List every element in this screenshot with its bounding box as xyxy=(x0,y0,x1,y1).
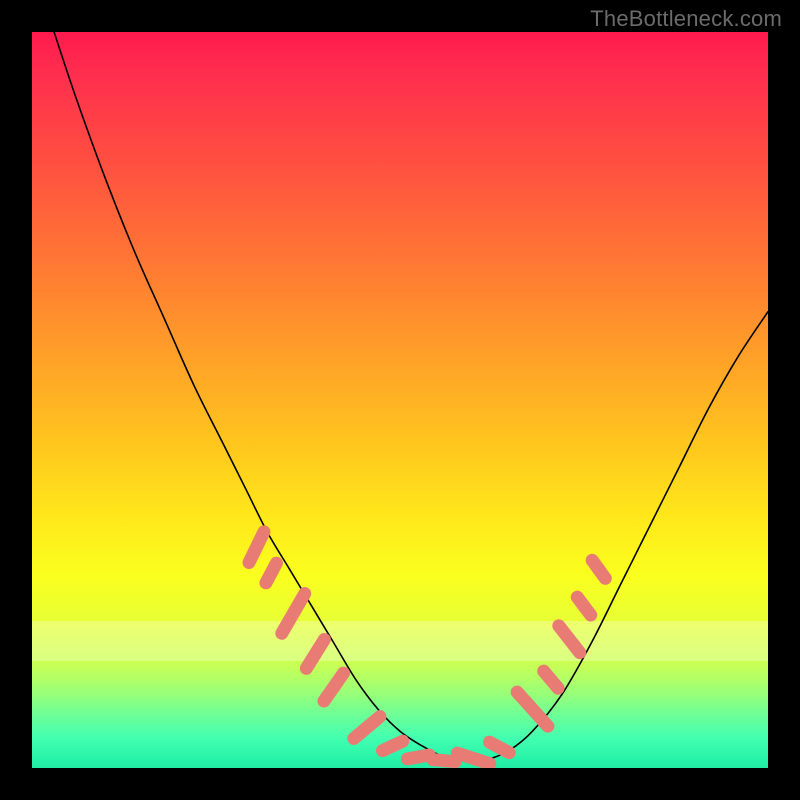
curve-layer xyxy=(32,32,768,768)
curve-marker xyxy=(550,617,589,662)
curve-marker xyxy=(257,554,285,591)
curve-marker xyxy=(535,662,568,697)
curve-marker xyxy=(273,585,314,642)
plot-area xyxy=(32,32,768,768)
curve-marker xyxy=(508,683,557,735)
curve-marker xyxy=(315,664,353,710)
chart-container: TheBottleneck.com xyxy=(0,0,800,800)
watermark-text: TheBottleneck.com xyxy=(590,6,782,32)
curve-marker xyxy=(568,588,600,624)
bottleneck-curve xyxy=(54,32,768,761)
curve-marker xyxy=(345,707,389,747)
curve-markers xyxy=(240,523,614,768)
curve-marker xyxy=(297,631,333,678)
curve-marker xyxy=(583,551,614,587)
curve-marker xyxy=(240,523,272,571)
